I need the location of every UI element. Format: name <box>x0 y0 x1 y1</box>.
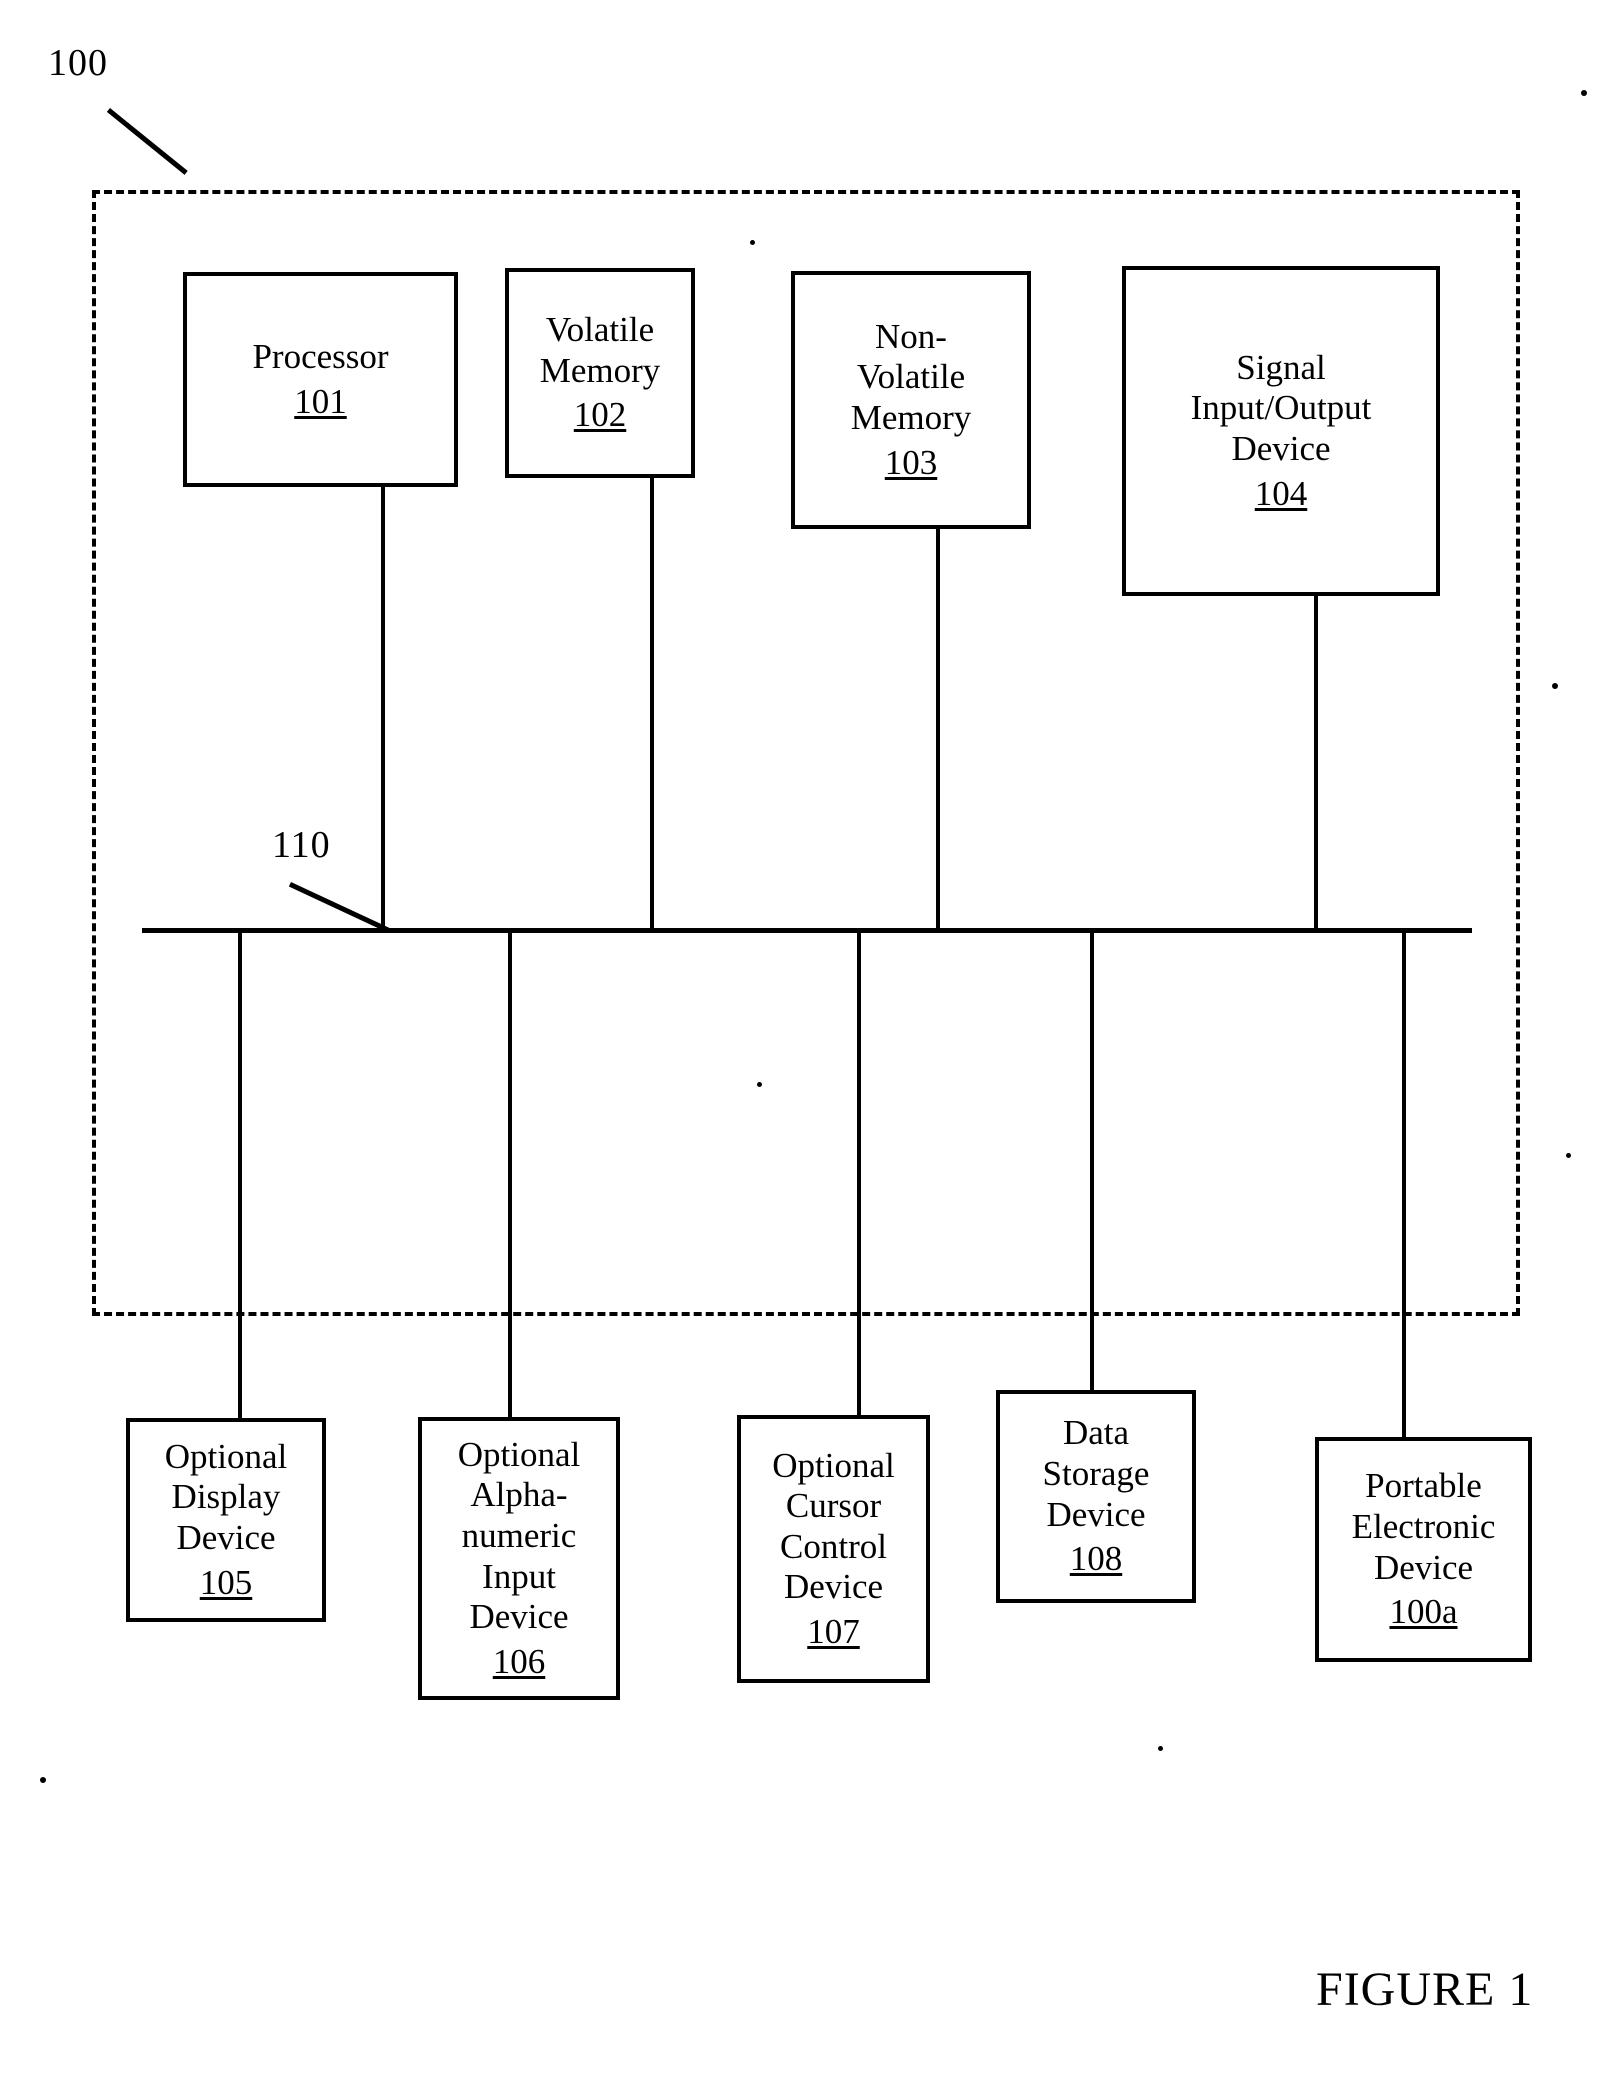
scan-speck <box>1581 90 1587 96</box>
unit-portable-electronic-device-ref: 100a <box>1389 1592 1458 1632</box>
connector-bus-to-optional-display-device <box>238 931 242 1420</box>
connector-bus-to-portable-electronic-device <box>1402 931 1406 1438</box>
unit-optional-display-device-label: Optional Display Device <box>164 1436 288 1557</box>
connector-processor-to-bus <box>381 487 385 931</box>
bus-callout-110: 110 <box>272 824 331 866</box>
scan-speck <box>40 1777 46 1783</box>
unit-non-volatile-memory-ref: 103 <box>884 442 938 482</box>
figure-page: 100 Processor 101 Volatile Memory 102 No… <box>0 0 1619 2078</box>
unit-optional-display-device: Optional Display Device 105 <box>126 1418 326 1622</box>
unit-portable-electronic-device: Portable Electronic Device 100a <box>1315 1437 1532 1662</box>
unit-data-storage-device-ref: 108 <box>1069 1539 1123 1579</box>
unit-portable-electronic-device-label: Portable Electronic Device <box>1351 1466 1496 1587</box>
unit-signal-io-device: Signal Input/Output Device 104 <box>1122 266 1440 596</box>
scan-speck <box>1158 1746 1163 1751</box>
unit-processor-label: Processor <box>252 336 389 376</box>
unit-optional-cursor-control-device: Optional Cursor Control Device 107 <box>737 1415 930 1683</box>
scan-speck <box>750 240 755 245</box>
connector-volatile-memory-to-bus <box>650 478 654 931</box>
unit-volatile-memory-label: Volatile Memory <box>539 310 661 390</box>
unit-optional-alphanumeric-input-device-ref: 106 <box>492 1641 546 1681</box>
unit-signal-io-device-ref: 104 <box>1254 473 1308 513</box>
unit-volatile-memory-ref: 102 <box>573 395 627 435</box>
scan-speck <box>1552 683 1558 689</box>
unit-volatile-memory: Volatile Memory 102 <box>505 268 695 478</box>
system-bus-line <box>142 928 1472 933</box>
connector-bus-to-optional-cursor-control-device <box>857 931 861 1416</box>
unit-processor-ref: 101 <box>294 381 347 421</box>
unit-optional-alphanumeric-input-device: Optional Alpha- numeric Input Device 106 <box>418 1417 620 1700</box>
unit-data-storage-device: Data Storage Device 108 <box>996 1390 1196 1603</box>
unit-optional-alphanumeric-input-device-label: Optional Alpha- numeric Input Device <box>457 1434 581 1637</box>
unit-optional-display-device-ref: 105 <box>199 1562 253 1602</box>
connector-non-volatile-memory-to-bus <box>936 529 940 931</box>
system-callout-100: 100 <box>48 42 108 84</box>
unit-non-volatile-memory-label: Non- Volatile Memory <box>850 316 972 437</box>
unit-processor: Processor 101 <box>183 272 458 487</box>
scan-speck <box>757 1082 762 1087</box>
scan-speck <box>1566 1153 1571 1158</box>
unit-optional-cursor-control-device-label: Optional Cursor Control Device <box>772 1445 895 1607</box>
connector-bus-to-data-storage-device <box>1090 931 1094 1391</box>
figure-caption: FIGURE 1 <box>1316 1963 1534 2016</box>
system-callout-leader-line <box>106 108 188 175</box>
connector-signal-io-device-to-bus <box>1314 596 1318 931</box>
unit-non-volatile-memory: Non- Volatile Memory 103 <box>791 271 1031 529</box>
connector-bus-to-optional-alphanumeric-input-device <box>508 931 512 1418</box>
unit-signal-io-device-label: Signal Input/Output Device <box>1190 347 1372 468</box>
unit-data-storage-device-label: Data Storage Device <box>1042 1413 1150 1534</box>
unit-optional-cursor-control-device-ref: 107 <box>807 1611 860 1651</box>
